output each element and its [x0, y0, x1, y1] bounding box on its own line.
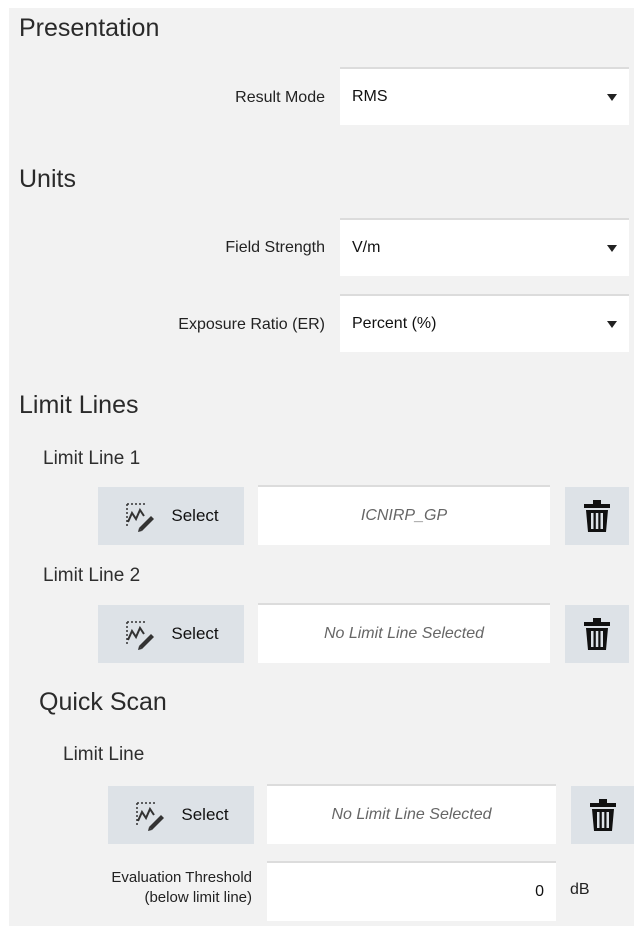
- evaluation-threshold-label: Evaluation Threshold (below limit line): [9, 868, 252, 908]
- result-mode-value: RMS: [352, 88, 388, 105]
- threshold-unit: dB: [570, 881, 590, 898]
- limit-line-2-label: Limit Line 2: [43, 565, 141, 586]
- field-strength-label: Field Strength: [225, 239, 325, 256]
- quick-scan-select-button[interactable]: Select: [108, 786, 254, 844]
- threshold-label-line2: (below limit line): [144, 889, 252, 906]
- limit-line-1-value: ICNIRP_GP: [360, 507, 448, 524]
- exposure-ratio-value: Percent (%): [352, 315, 437, 332]
- limit-lines-title: Limit Lines: [19, 391, 139, 419]
- limit-line-1-field: ICNIRP_GP: [258, 485, 550, 545]
- limit-line-1-label: Limit Line 1: [43, 448, 141, 469]
- evaluation-threshold-input[interactable]: 0: [267, 861, 556, 921]
- chevron-down-icon: [607, 244, 617, 252]
- result-mode-dropdown[interactable]: RMS: [340, 67, 629, 125]
- field-strength-dropdown[interactable]: V/m: [340, 218, 629, 276]
- select-line-icon: [136, 802, 165, 831]
- select-line-icon: [126, 503, 155, 532]
- select-line-icon: [126, 621, 155, 650]
- exposure-ratio-dropdown[interactable]: Percent (%): [340, 294, 629, 352]
- select-label: Select: [181, 805, 229, 824]
- limit-line-2-select-button[interactable]: Select: [98, 605, 244, 663]
- result-mode-label: Result Mode: [235, 89, 325, 106]
- chevron-down-icon: [607, 93, 617, 101]
- presentation-title: Presentation: [19, 14, 160, 42]
- units-title: Units: [19, 165, 76, 193]
- limit-line-1-delete-button[interactable]: [565, 487, 629, 545]
- exposure-ratio-label: Exposure Ratio (ER): [178, 316, 325, 333]
- trash-icon: [584, 500, 610, 532]
- quick-scan-limit-line-field: No Limit Line Selected: [267, 784, 556, 844]
- quick-scan-limit-line-label: Limit Line: [63, 744, 145, 765]
- quick-scan-delete-button[interactable]: [571, 786, 634, 844]
- trash-icon: [589, 799, 616, 831]
- select-label: Select: [171, 506, 219, 525]
- field-strength-value: V/m: [352, 239, 381, 256]
- threshold-value: 0: [535, 883, 544, 900]
- limit-line-2-value: No Limit Line Selected: [323, 625, 485, 642]
- chevron-down-icon: [607, 320, 617, 328]
- select-label: Select: [171, 624, 219, 643]
- limit-line-2-delete-button[interactable]: [565, 605, 629, 663]
- limit-line-1-select-button[interactable]: Select: [98, 487, 244, 545]
- quick-scan-limit-line-value: No Limit Line Selected: [331, 806, 492, 823]
- settings-panel: Presentation Result Mode RMS Units Field…: [9, 8, 634, 926]
- trash-icon: [584, 618, 610, 650]
- threshold-label-line1: Evaluation Threshold: [111, 869, 252, 886]
- quick-scan-title: Quick Scan: [39, 688, 167, 716]
- limit-line-2-field: No Limit Line Selected: [258, 603, 550, 663]
